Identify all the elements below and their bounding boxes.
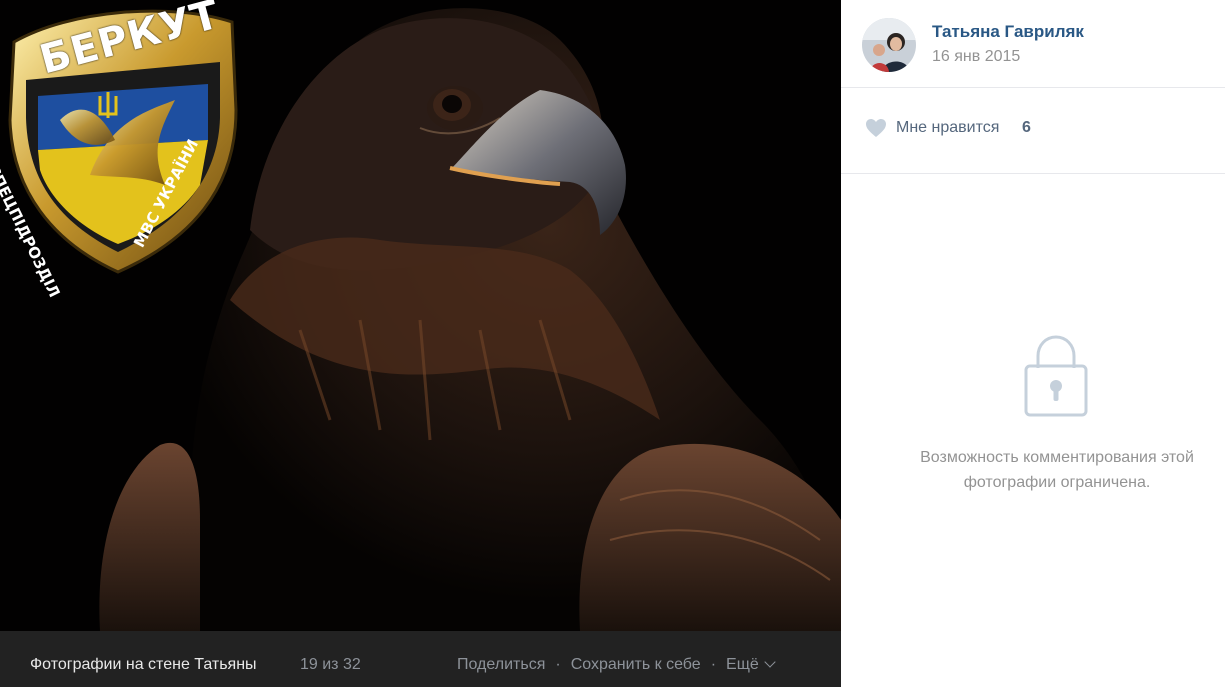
lock-icon xyxy=(1024,334,1088,423)
comments-restricted-message: Возможность комментирования этой фотогра… xyxy=(881,445,1225,495)
photo[interactable]: БЕРКУТ СПЕЦПІДРОЗДІЛ МВС УКРАЇНИ xyxy=(0,0,841,631)
more-button[interactable]: Ещё xyxy=(726,656,776,673)
likes-bar: Мне нравится 6 xyxy=(841,88,1225,174)
restricted-line-1: Возможность комментирования этой xyxy=(920,449,1194,466)
album-title[interactable]: Фотографии на стене Татьяны xyxy=(30,656,257,674)
chevron-down-icon xyxy=(764,656,776,668)
info-panel: Татьяна Гавриляк 16 янв 2015 Мне нравитс… xyxy=(841,0,1225,687)
save-button[interactable]: Сохранить к себе xyxy=(571,656,701,673)
post-date[interactable]: 16 янв 2015 xyxy=(932,48,1020,66)
more-label: Ещё xyxy=(726,656,759,673)
author-block: Татьяна Гавриляк 16 янв 2015 xyxy=(841,0,1225,88)
like-button[interactable]: Мне нравится xyxy=(896,119,999,137)
like-count[interactable]: 6 xyxy=(1022,119,1031,137)
avatar[interactable] xyxy=(862,18,916,72)
separator: · xyxy=(710,656,717,673)
author-name[interactable]: Татьяна Гавриляк xyxy=(932,22,1084,42)
restricted-line-2: фотографии ограничена. xyxy=(963,474,1151,491)
heart-icon[interactable] xyxy=(865,118,887,143)
viewer-footer: Фотографии на стене Татьяны 19 из 32 Под… xyxy=(0,631,841,687)
footer-actions: Поделиться · Сохранить к себе · Ещё xyxy=(457,656,776,674)
separator: · xyxy=(555,656,561,673)
photo-viewer: БЕРКУТ СПЕЦПІДРОЗДІЛ МВС УКРАЇНИ Фотогра… xyxy=(0,0,841,687)
photo-counter: 19 из 32 xyxy=(300,656,361,673)
badge-title: БЕРКУТ xyxy=(35,0,225,84)
share-button[interactable]: Поделиться xyxy=(457,656,545,673)
berkut-badge: БЕРКУТ СПЕЦПІДРОЗДІЛ МВС УКРАЇНИ xyxy=(0,0,238,300)
badge-sub-right: МВС УКРАЇНИ xyxy=(130,136,203,251)
